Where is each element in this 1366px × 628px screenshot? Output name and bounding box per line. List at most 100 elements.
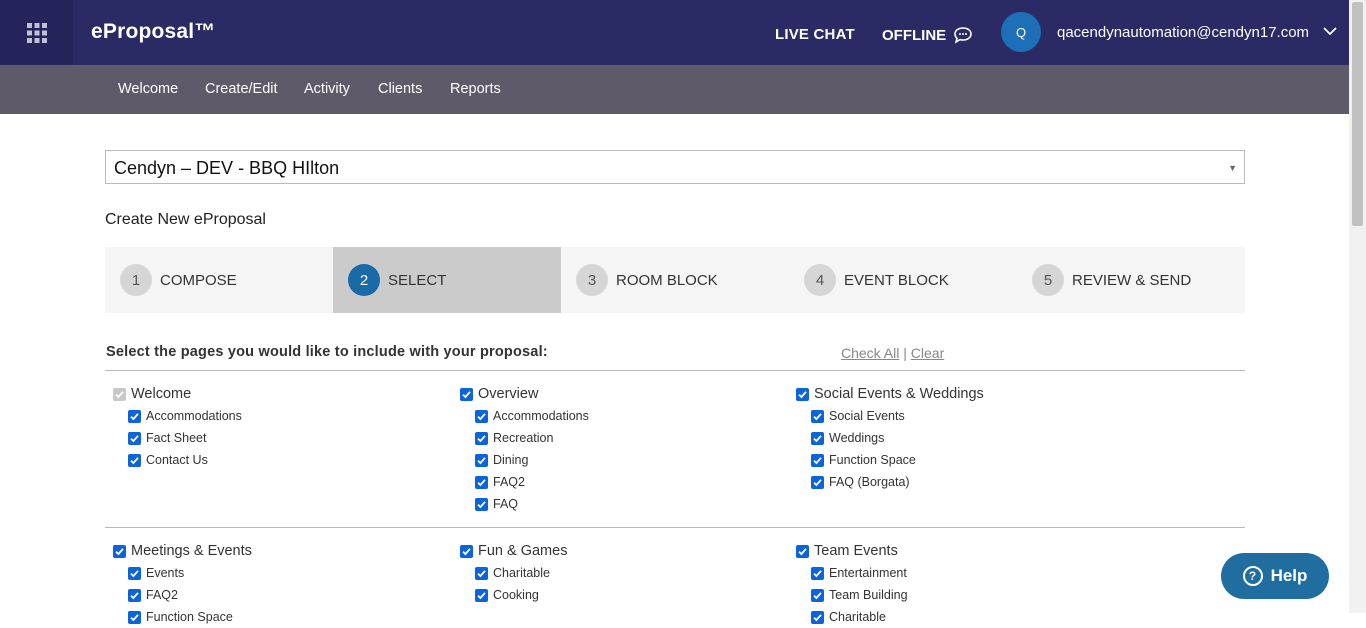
step-label: EVENT BLOCK [844,271,949,289]
checkbox-icon [475,588,488,602]
page-checkbox[interactable]: FAQ (Borgata) [811,471,984,493]
page-checkbox[interactable]: Function Space [128,606,252,628]
page-checkbox[interactable]: Weddings [811,427,984,449]
page-checkbox[interactable]: Charitable [811,606,908,628]
page-label: Fact Sheet [146,431,207,445]
group-checkbox[interactable]: Team Events [796,540,908,562]
chevron-down-icon[interactable] [1323,26,1337,36]
group-checkbox[interactable]: Social Events & Weddings [796,383,984,405]
checkbox-icon [811,431,824,445]
link-separator: | [903,345,907,361]
group-label: Team Events [814,543,898,559]
checkbox-icon [811,566,824,580]
clear-link[interactable]: Clear [911,345,944,361]
page-label: Accommodations [146,409,242,423]
main-nav: Welcome Create/Edit Activity Clients Rep… [0,65,1349,114]
page-checkbox[interactable]: Charitable [475,562,567,584]
page-label: FAQ2 [146,588,178,602]
page-checkbox[interactable]: Events [128,562,252,584]
step-label: ROOM BLOCK [616,271,718,289]
checkbox-icon [460,544,473,558]
page-checkbox[interactable]: Fact Sheet [128,427,242,449]
checkbox-icon [128,610,141,624]
group-label: Overview [478,386,539,402]
step-number: 1 [120,264,152,296]
wizard-step[interactable]: 5 REVIEW & SEND [1017,247,1245,313]
checkbox-icon [811,610,824,624]
wizard-step[interactable]: 2 SELECT [333,247,561,313]
page-group: Welcome Accommodations Fact Sheet Contact U… [113,383,242,471]
nav-welcome[interactable]: Welcome [118,81,178,97]
step-label: COMPOSE [160,271,237,289]
wizard-step[interactable]: 3 ROOM BLOCK [561,247,789,313]
step-label: SELECT [388,271,447,289]
page-group: Team Events Entertainment Team Building Cha… [796,540,908,628]
nav-activity[interactable]: Activity [304,81,350,97]
page-checkbox[interactable]: FAQ2 [128,584,252,606]
page-group: Overview Accommodations Recreation Dining FA… [460,383,589,515]
page-checkbox[interactable]: Accommodations [128,405,242,427]
page-checkbox[interactable]: Cooking [475,584,567,606]
user-menu[interactable]: qacendynautomation@cendyn17.com [1057,24,1309,41]
page-checkbox[interactable]: Contact Us [128,449,242,471]
checkbox-icon [475,431,488,445]
page-checkbox[interactable]: Function Space [811,449,984,471]
offline-status[interactable]: OFFLINE [882,26,974,44]
checkbox-icon [811,409,824,423]
wizard-step[interactable]: 1 COMPOSE [105,247,333,313]
page-checkbox[interactable]: Dining [475,449,589,471]
check-all-link[interactable]: Check All [841,345,899,361]
checkbox-icon [811,475,824,489]
step-label: REVIEW & SEND [1072,271,1192,289]
check-links: Check All | Clear [841,345,944,361]
wizard-step[interactable]: 4 EVENT BLOCK [789,247,1017,313]
checkbox-icon [475,475,488,489]
page-checkbox[interactable]: Team Building [811,584,908,606]
checkbox-icon [113,387,126,401]
top-bar: eProposal™ LIVE CHAT OFFLINE Q qacendyna… [0,0,1349,65]
divider [105,527,1245,528]
scrollbar[interactable] [1349,0,1366,613]
avatar[interactable]: Q [1001,12,1041,52]
dropdown-caret-icon: ▼ [1228,163,1237,173]
group-checkbox[interactable]: Fun & Games [460,540,567,562]
checkbox-icon [796,387,809,401]
page-checkbox[interactable]: Recreation [475,427,589,449]
step-number: 3 [576,264,608,296]
scrollbar-thumb[interactable] [1352,2,1363,226]
page-checkbox[interactable]: FAQ [475,493,589,515]
live-chat-link[interactable]: LIVE CHAT [775,26,855,43]
page-label: FAQ (Borgata) [829,475,910,489]
group-label: Welcome [131,386,192,402]
page-checkbox[interactable]: FAQ2 [475,471,589,493]
page-label: Entertainment [829,566,907,580]
help-button[interactable]: ? Help [1221,553,1329,599]
app-grid-button[interactable] [0,0,73,65]
page-label: Dining [493,453,529,467]
checkbox-icon [128,409,141,423]
group-checkbox[interactable]: Overview [460,383,589,405]
page-group: Social Events & Weddings Social Events Wed… [796,383,984,493]
page-checkbox[interactable]: Entertainment [811,562,908,584]
nav-clients[interactable]: Clients [378,81,422,97]
page-label: Function Space [146,610,233,624]
page-label: Charitable [829,610,886,624]
checkbox-icon [128,453,141,467]
checkbox-icon [128,431,141,445]
nav-create-edit[interactable]: Create/Edit [205,81,278,97]
page-checkbox[interactable]: Social Events [811,405,984,427]
property-select[interactable]: Cendyn – DEV - BBQ HIlton ▼ [105,150,1245,184]
page-label: Cooking [493,588,539,602]
page-label: Social Events [829,409,905,423]
property-value: Cendyn – DEV - BBQ HIlton [114,158,340,178]
checkbox-icon [475,409,488,423]
nav-reports[interactable]: Reports [450,81,501,97]
checkbox-icon [460,387,473,401]
checkbox-icon [811,588,824,602]
divider [105,370,1245,371]
chat-bubble-icon [954,27,972,44]
page-label: Contact Us [146,453,208,467]
page-checkbox[interactable]: Accommodations [475,405,589,427]
group-checkbox[interactable]: Meetings & Events [113,540,252,562]
checkbox-icon [113,544,126,558]
